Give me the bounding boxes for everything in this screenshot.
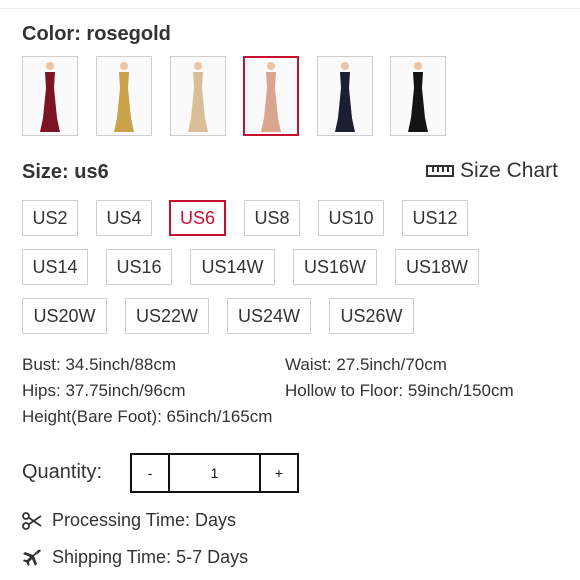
size-option-us10[interactable]: US10	[318, 200, 384, 236]
size-option-us18w[interactable]: US18W	[395, 249, 479, 285]
top-divider	[0, 8, 580, 9]
quantity-decrease-button[interactable]: -	[132, 455, 170, 491]
shipping-time-text: Shipping Time: 5-7 Days	[52, 547, 249, 567]
dress-image	[188, 62, 208, 132]
dress-image	[114, 62, 134, 132]
color-swatch-burgundy[interactable]	[22, 56, 78, 136]
color-swatch-rosegold[interactable]	[243, 56, 299, 136]
spec-height: Height(Bare Foot): 65inch/165cm	[22, 407, 273, 426]
color-swatch-black[interactable]	[390, 56, 446, 136]
processing-time: Processing Time: Days	[22, 510, 236, 531]
size-option-us2[interactable]: US2	[22, 200, 78, 236]
shipping-time: Shipping Time: 5-7 Days	[22, 547, 248, 568]
color-heading: Color: rosegold	[22, 23, 171, 45]
size-option-us24w[interactable]: US24W	[227, 298, 311, 334]
size-option-us4[interactable]: US4	[96, 200, 152, 236]
size-option-us16w[interactable]: US16W	[293, 249, 377, 285]
spec-waist: Waist: 27.5inch/70cm	[285, 355, 447, 374]
size-heading: Size: us6	[22, 161, 109, 183]
size-option-us8[interactable]: US8	[244, 200, 300, 236]
size-chart-label: Size Chart	[459, 159, 558, 182]
size-option-us6[interactable]: US6	[169, 200, 226, 236]
ruler-icon	[425, 165, 454, 177]
size-option-us20w[interactable]: US20W	[22, 298, 107, 334]
dress-image	[40, 62, 60, 132]
size-option-us14w[interactable]: US14W	[190, 249, 275, 285]
spec-hollow-to-floor: Hollow to Floor: 59inch/150cm	[285, 381, 514, 400]
size-option-us14[interactable]: US14	[22, 249, 88, 285]
scissors-icon	[22, 511, 42, 530]
airplane-icon	[23, 549, 41, 566]
quantity-input[interactable]: 1	[170, 455, 259, 491]
size-option-us16[interactable]: US16	[106, 249, 172, 285]
size-chart-link[interactable]: Size Chart	[425, 159, 558, 183]
size-option-us22w[interactable]: US22W	[125, 298, 209, 334]
color-swatch-champagne[interactable]	[170, 56, 226, 136]
spec-bust: Bust: 34.5inch/88cm	[22, 355, 177, 374]
size-option-us26w[interactable]: US26W	[329, 298, 414, 334]
quantity-label: Quantity:	[22, 461, 103, 483]
size-option-us12[interactable]: US12	[402, 200, 468, 236]
color-swatch-navy[interactable]	[317, 56, 373, 136]
processing-time-text: Processing Time: Days	[52, 510, 237, 530]
spec-hips: Hips: 37.75inch/96cm	[22, 381, 186, 400]
quantity-increase-button[interactable]: +	[259, 455, 297, 491]
dress-image	[261, 62, 281, 132]
quantity-stepper: - 1 +	[130, 453, 299, 493]
color-swatch-gold[interactable]	[96, 56, 152, 136]
dress-image	[408, 62, 428, 132]
dress-image	[335, 62, 355, 132]
